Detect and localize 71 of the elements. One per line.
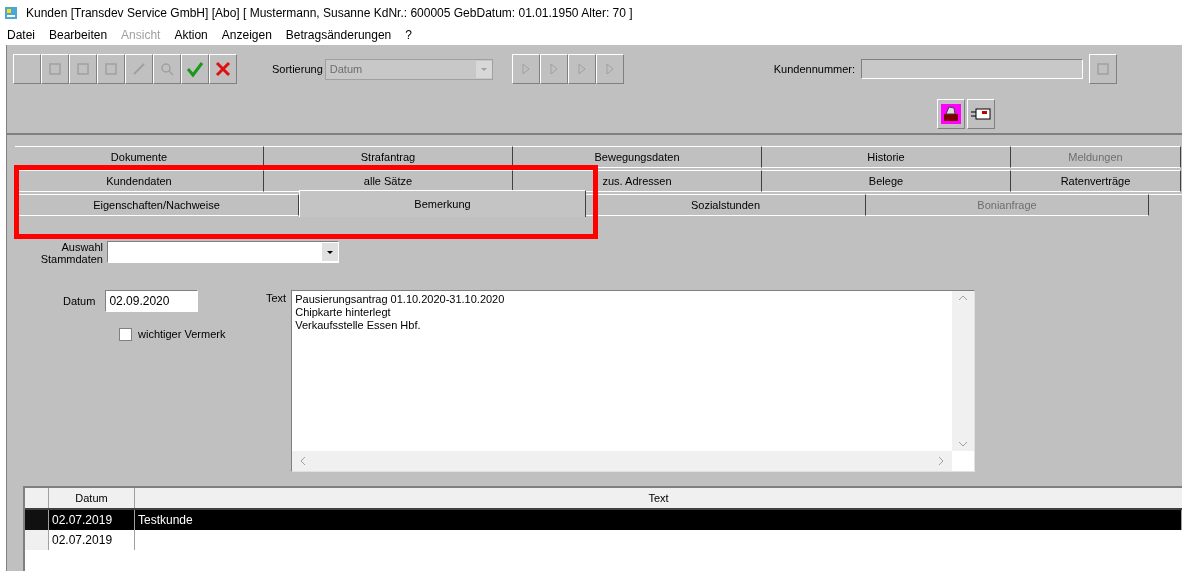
scroll-up-icon	[958, 295, 969, 301]
tab[interactable]: Ratenverträge	[1011, 170, 1181, 192]
customer-number-field[interactable]	[861, 59, 1084, 79]
menu-item[interactable]: Datei	[7, 26, 35, 44]
customer-number-label: Kundennummer:	[773, 61, 856, 77]
toolbar-button[interactable]	[13, 54, 41, 84]
pencil-button[interactable]	[125, 54, 153, 84]
text-line: Pausierungsantrag 01.10.2020-31.10.2020	[295, 293, 506, 306]
tab[interactable]: Sozialstunden	[586, 194, 866, 216]
vertical-scrollbar[interactable]	[952, 291, 975, 451]
date-label: Datum	[63, 293, 96, 309]
previous-record-button[interactable]	[539, 54, 568, 84]
last-record-button[interactable]	[595, 54, 624, 84]
menu-item[interactable]: Bearbeiten	[49, 26, 108, 44]
window-title: Kunden [Transdev Service GmbH] [Abo] [ Mustermann, Susanne KdNr.: 600005 GebDatum: 01.01.1950 Alter: 70 ]	[26, 4, 633, 22]
close-icon	[215, 61, 231, 77]
copy-button[interactable]	[69, 54, 97, 84]
tab[interactable]: Historie	[762, 146, 1011, 168]
table-cell: 02.07.2019	[49, 530, 135, 550]
card-button[interactable]	[967, 99, 995, 129]
tab[interactable]: Dokumente	[15, 146, 264, 168]
archive-button[interactable]	[937, 99, 965, 129]
new-button[interactable]	[41, 54, 69, 84]
menu-item[interactable]: Anzeigen	[221, 26, 272, 44]
menu-item[interactable]: Aktion	[174, 26, 208, 44]
tab[interactable]: Bewegungsdaten	[513, 146, 762, 168]
important-checkbox[interactable]	[119, 327, 132, 341]
edit-icon	[103, 61, 119, 77]
checkbox-label: wichtiger Vermerk	[138, 327, 226, 342]
selection-dropdown[interactable]	[107, 241, 339, 263]
lookup-icon	[1095, 61, 1112, 77]
nav-arrow-icon	[575, 62, 588, 76]
menu-item[interactable]: ?	[405, 26, 412, 44]
text-area[interactable]: Pausierungsantrag 01.10.2020-31.10.2020 Chipkarte hinterlegt Verkaufsstelle Essen Hbf.	[291, 290, 976, 472]
tab[interactable]: zus. Adressen	[513, 170, 762, 192]
column-header[interactable]: Text	[135, 488, 1182, 508]
nav-arrow-icon	[603, 62, 616, 76]
tab[interactable]: Bemerkung	[299, 190, 586, 217]
menu-item[interactable]: Betragsänderungen	[285, 26, 392, 44]
card-icon	[970, 106, 992, 122]
search-icon	[159, 61, 175, 77]
sort-label: Sortierung	[272, 61, 323, 77]
text-line: Chipkarte hinterlegt	[295, 306, 392, 319]
text-label: Text	[266, 291, 287, 306]
tab[interactable]: alle Sätze	[264, 170, 513, 192]
horizontal-scrollbar[interactable]	[292, 451, 953, 471]
pencil-icon	[131, 61, 147, 77]
cancel-button[interactable]	[209, 54, 237, 84]
search-button[interactable]	[153, 54, 181, 84]
nav-arrow-icon	[519, 62, 532, 76]
next-record-button[interactable]	[567, 54, 596, 84]
checkmark-icon	[186, 60, 204, 78]
confirm-button[interactable]	[181, 54, 209, 84]
text-line: Verkaufsstelle Essen Hbf.	[295, 319, 422, 332]
lookup-button[interactable]	[1089, 54, 1118, 84]
nav-arrow-icon	[547, 62, 560, 76]
scroll-left-icon	[300, 456, 307, 466]
app-icon	[4, 5, 18, 20]
date-field[interactable]: 02.09.2020	[105, 290, 199, 312]
table-row[interactable]: 02.07.2019 Testkunde	[25, 510, 1182, 530]
scroll-right-icon	[938, 456, 945, 466]
drawer-icon	[940, 103, 962, 125]
new-icon	[47, 61, 63, 77]
tab[interactable]: Strafantrag	[264, 146, 513, 168]
selection-label: Auswahl Stammdaten	[39, 241, 104, 265]
first-record-button[interactable]	[511, 54, 540, 84]
copy-icon	[75, 61, 91, 77]
edit-button[interactable]	[97, 54, 125, 84]
tab[interactable]: Belege	[762, 170, 1011, 192]
column-header[interactable]: Datum	[49, 488, 135, 508]
scroll-down-icon	[958, 441, 969, 447]
